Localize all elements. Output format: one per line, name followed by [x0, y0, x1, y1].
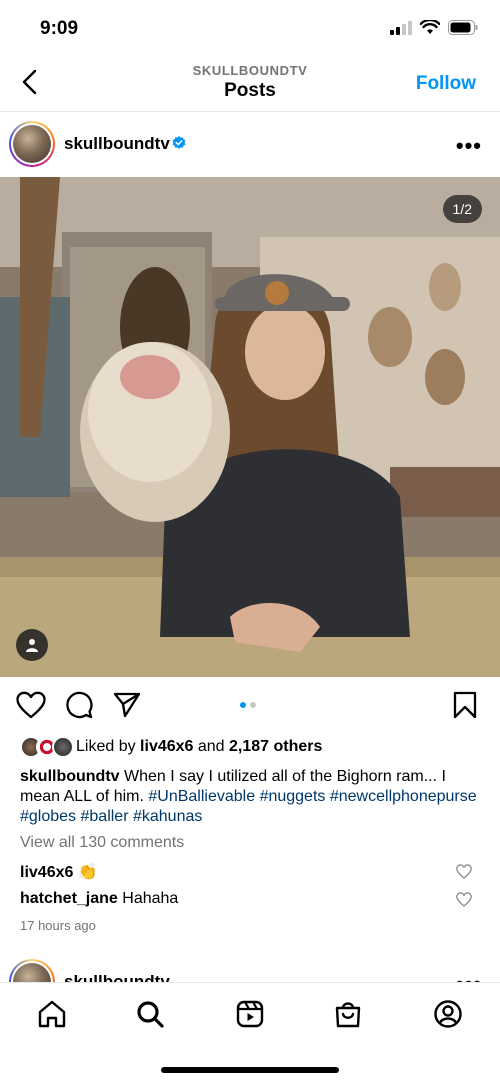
post-username[interactable]: skullboundtv [64, 134, 170, 154]
comment-button[interactable] [64, 690, 94, 720]
home-tab[interactable] [35, 997, 69, 1031]
search-icon [137, 1001, 164, 1028]
comment-row: hatchet_jane Hahaha [20, 890, 490, 908]
status-time: 9:09 [40, 18, 79, 39]
hashtag[interactable]: #baller [81, 808, 129, 825]
caption-username[interactable]: skullboundtv [20, 768, 120, 785]
post-timestamp: 17 hours ago [20, 918, 96, 933]
verified-badge-icon [172, 136, 186, 149]
likes-prefix: Liked by [76, 738, 141, 755]
avatar[interactable] [9, 121, 55, 167]
comment-username[interactable]: liv46x6 [20, 864, 73, 881]
like-button[interactable] [16, 690, 46, 720]
likes-connector: and [193, 738, 230, 755]
shopping-bag-icon [335, 1002, 361, 1028]
reels-tab[interactable] [233, 997, 267, 1031]
search-tab[interactable] [133, 997, 167, 1031]
bottom-tab-bar [0, 982, 500, 1083]
liker-avatars [20, 736, 76, 758]
comment-like-icon[interactable] [456, 892, 472, 907]
first-liker[interactable]: liv46x6 [140, 738, 193, 755]
hashtag[interactable]: #nuggets [260, 788, 326, 805]
carousel-dot-active [240, 702, 246, 708]
hashtag[interactable]: #UnBallievable [148, 788, 255, 805]
status-icons [390, 20, 478, 35]
user-tags-button[interactable] [16, 629, 48, 661]
battery-icon [448, 20, 478, 35]
hashtag[interactable]: #kahunas [133, 808, 202, 825]
next-post-header: skullboundtv ••• [0, 955, 500, 985]
status-bar: 9:09 [0, 0, 500, 58]
likes-row[interactable]: Liked by liv46x6 and 2,187 others [20, 736, 322, 758]
person-icon [26, 639, 38, 652]
home-indicator [161, 1067, 339, 1073]
carousel-dot [250, 702, 256, 708]
carousel-indicator [240, 702, 256, 708]
profile-icon [434, 1000, 462, 1028]
hashtag[interactable]: #newcellphonepurse [330, 788, 477, 805]
comment-text: 👏 [77, 864, 98, 881]
likes-text: Liked by liv46x6 and 2,187 others [76, 738, 322, 756]
photo-counter: 1/2 [442, 195, 482, 223]
more-options-icon[interactable]: ••• [456, 133, 482, 159]
hashtag[interactable]: #globes [20, 808, 76, 825]
comment-bubble-icon [66, 691, 93, 719]
cellular-signal-icon [390, 20, 412, 35]
likes-others[interactable]: 2,187 others [229, 738, 322, 755]
profile-tab[interactable] [431, 997, 465, 1031]
photo-scene [0, 177, 500, 677]
liker-avatar [52, 736, 74, 758]
wifi-icon [420, 20, 440, 34]
comment-like-icon[interactable] [456, 864, 472, 879]
comment-username[interactable]: hatchet_jane [20, 890, 118, 907]
comment-row: liv46x6 👏 [20, 862, 490, 882]
share-button[interactable] [112, 690, 142, 720]
bookmark-icon [453, 691, 477, 719]
shop-tab[interactable] [331, 997, 365, 1031]
heart-icon [16, 691, 46, 719]
action-bar [0, 688, 500, 724]
view-all-comments-link[interactable]: View all 130 comments [20, 834, 184, 852]
post-caption: skullboundtv When I say I utilized all o… [20, 767, 485, 827]
paper-plane-icon [113, 692, 141, 718]
follow-button[interactable]: Follow [416, 73, 476, 95]
save-button[interactable] [450, 690, 480, 720]
nav-header: SKULLBOUNDTV Posts Follow [0, 58, 500, 112]
avatar-image [13, 125, 51, 163]
post-photo[interactable]: 1/2 [0, 177, 500, 677]
post-header: skullboundtv ••• [0, 117, 500, 173]
home-icon [38, 1000, 66, 1028]
reels-icon [236, 1000, 264, 1028]
comment-text: Hahaha [122, 890, 179, 907]
